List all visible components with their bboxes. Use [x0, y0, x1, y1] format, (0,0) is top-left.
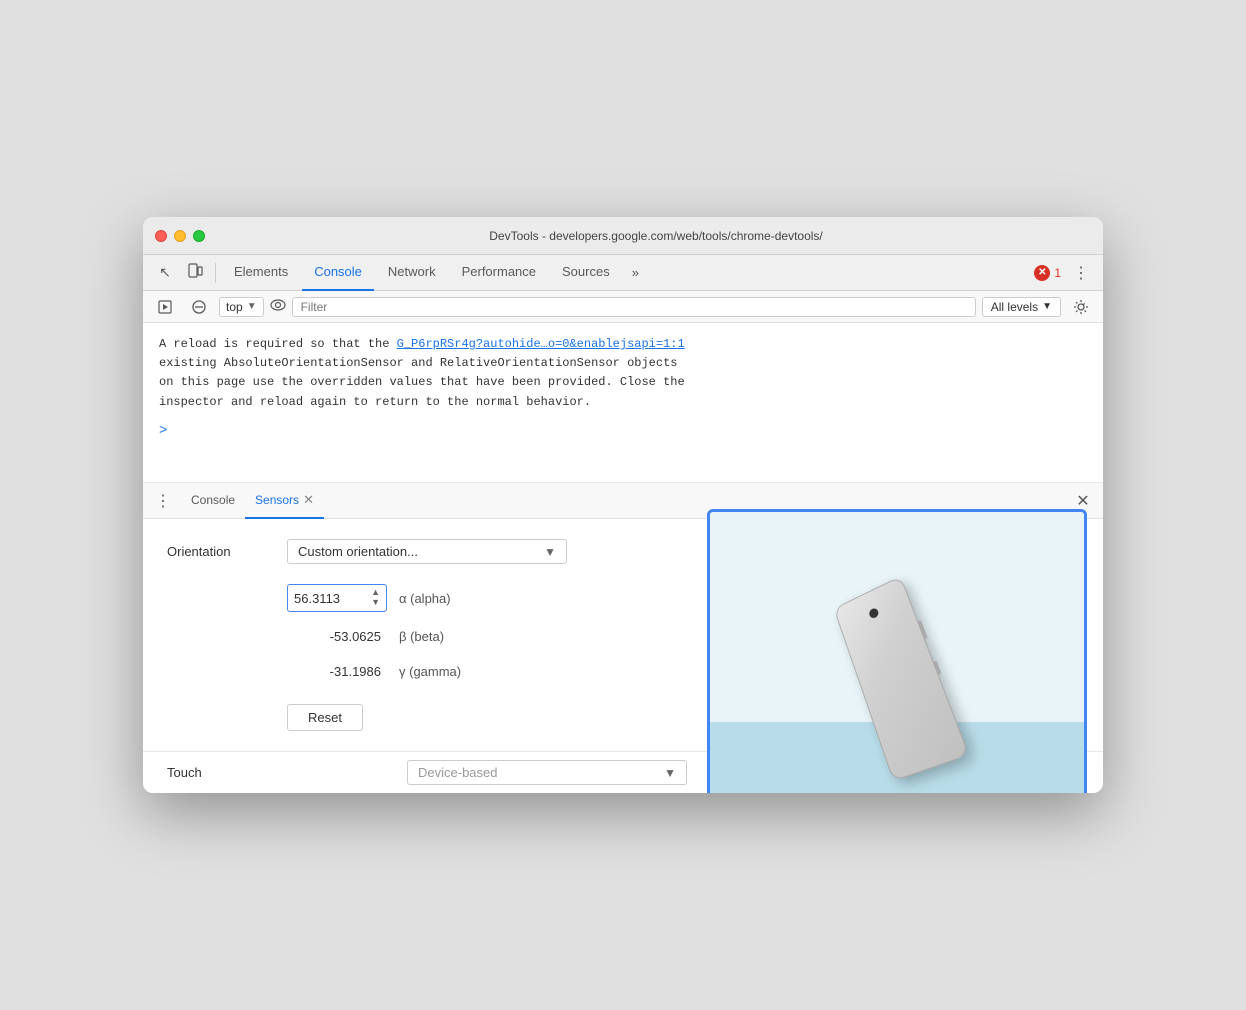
levels-dropdown-arrow: ▼: [1042, 301, 1052, 312]
tab-network[interactable]: Network: [376, 255, 448, 291]
device-toggle-btn[interactable]: [181, 259, 209, 287]
bottom-tab-sensors[interactable]: Sensors ✕: [245, 483, 324, 519]
orientation-dropdown-arrow: ▼: [544, 545, 556, 559]
maximize-traffic-light[interactable]: [193, 230, 205, 242]
console-message-line2: existing AbsoluteOrientationSensor and R…: [159, 356, 677, 370]
console-settings-btn[interactable]: [1067, 293, 1095, 321]
device-icon: [187, 263, 203, 282]
context-dropdown-arrow: ▼: [247, 301, 257, 312]
alpha-spin-down[interactable]: ▼: [371, 598, 380, 608]
alpha-input[interactable]: 56.3113 ▲ ▼: [287, 584, 387, 612]
devtools-menu-btn[interactable]: ⋮: [1067, 259, 1095, 287]
tab-console[interactable]: Console: [302, 255, 374, 291]
device-preview-canvas: [710, 512, 1084, 793]
minimize-traffic-light[interactable]: [174, 230, 186, 242]
gamma-value: -31.1986: [287, 661, 387, 682]
console-message-line4: inspector and reload again to return to …: [159, 395, 591, 409]
orientation-select[interactable]: Custom orientation... ▼: [287, 539, 567, 564]
filter-input[interactable]: [292, 297, 976, 317]
run-script-btn[interactable]: [151, 293, 179, 321]
devtools-top-toolbar: ↖ Elements Console Network Performance S…: [143, 255, 1103, 291]
log-levels-btn[interactable]: All levels ▼: [982, 297, 1061, 317]
error-icon: ✕: [1034, 265, 1050, 281]
beta-label: β (beta): [399, 629, 444, 644]
touch-dropdown-arrow: ▼: [664, 766, 676, 780]
devtools-window: DevTools - developers.google.com/web/too…: [143, 217, 1103, 793]
tab-performance[interactable]: Performance: [450, 255, 548, 291]
console-second-toolbar: top ▼ All levels ▼: [143, 291, 1103, 323]
close-traffic-light[interactable]: [155, 230, 167, 242]
device-3d-preview: [707, 509, 1087, 793]
title-bar: DevTools - developers.google.com/web/too…: [143, 217, 1103, 255]
touch-label: Touch: [167, 765, 287, 780]
error-badge[interactable]: ✕ 1: [1034, 265, 1061, 281]
console-message-line3: on this page use the overridden values t…: [159, 375, 685, 389]
touch-select[interactable]: Device-based ▼: [407, 760, 687, 785]
traffic-lights: [155, 230, 205, 242]
alpha-spin-buttons: ▲ ▼: [371, 588, 380, 608]
cursor-icon: ↖: [159, 264, 171, 281]
orientation-label: Orientation: [167, 544, 287, 559]
console-link[interactable]: G_P6rpRSr4g?autohide…o=0&enablejsapi=1:1: [397, 337, 685, 351]
window-title: DevTools - developers.google.com/web/too…: [221, 229, 1091, 243]
console-message-text: A reload is required so that the: [159, 337, 397, 351]
reset-button[interactable]: Reset: [287, 704, 363, 731]
bottom-tab-more-btn[interactable]: ⋮: [151, 489, 175, 513]
toolbar-divider: [215, 263, 216, 283]
bottom-tab-console[interactable]: Console: [181, 483, 245, 519]
eye-icon-btn[interactable]: [270, 298, 286, 315]
cursor-icon-btn[interactable]: ↖: [151, 259, 179, 287]
tab-sources[interactable]: Sources: [550, 255, 622, 291]
beta-value: -53.0625: [287, 626, 387, 647]
context-selector[interactable]: top ▼: [219, 297, 264, 317]
phone-side-btn1: [917, 620, 928, 640]
gamma-label: γ (gamma): [399, 664, 461, 679]
phone-camera: [868, 607, 880, 620]
clear-console-btn[interactable]: [185, 293, 213, 321]
bottom-panel: ⋮ Console Sensors ✕ ✕ Orientation Custom…: [143, 483, 1103, 793]
console-caret[interactable]: >: [159, 420, 1087, 442]
alpha-label: α (alpha): [399, 591, 451, 606]
sensors-panel: Orientation Custom orientation... ▼ 56.3…: [143, 519, 1103, 751]
more-tabs-btn[interactable]: »: [624, 255, 647, 291]
sensors-tab-close-btn[interactable]: ✕: [303, 492, 314, 508]
console-output: A reload is required so that the G_P6rpR…: [143, 323, 1103, 483]
tab-elements[interactable]: Elements: [222, 255, 300, 291]
phone-side-btn2: [933, 661, 942, 676]
